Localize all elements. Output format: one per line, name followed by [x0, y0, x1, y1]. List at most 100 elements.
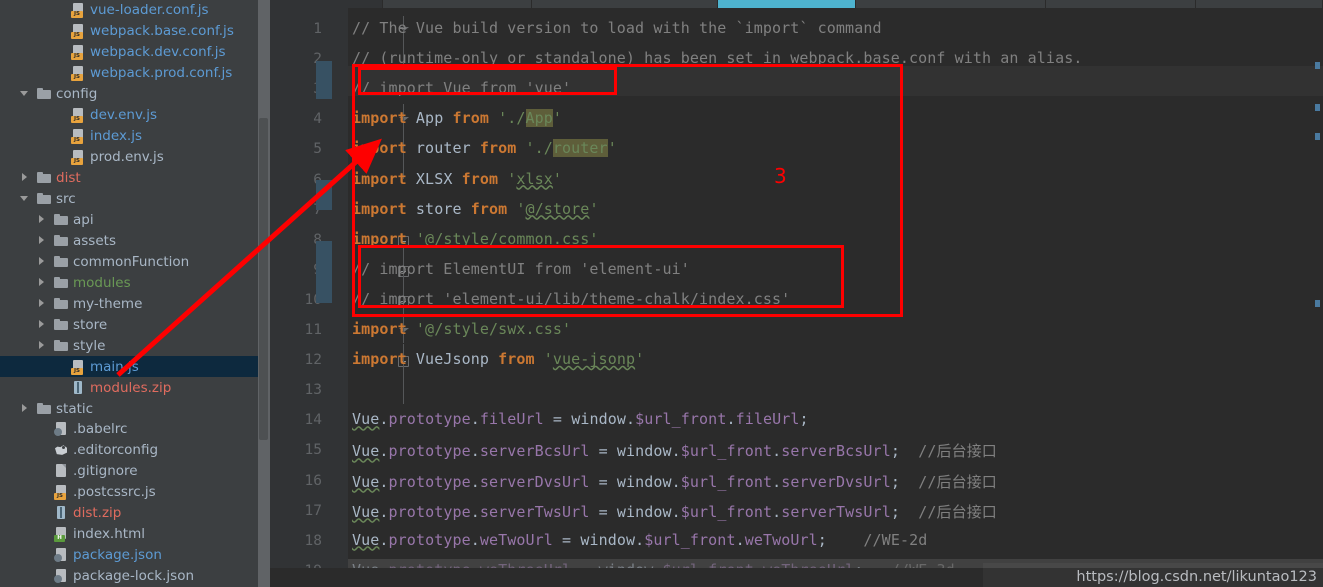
chevron-right-icon[interactable]	[38, 319, 48, 330]
tab-segment-1[interactable]	[270, 0, 383, 8]
chevron-right-icon[interactable]	[21, 173, 31, 183]
code-token: '	[607, 139, 617, 158]
code-token: App	[406, 109, 453, 128]
code-line[interactable]: import store from '@/store'	[352, 200, 599, 218]
tree-item--babelrc[interactable]: .babelrc	[0, 419, 258, 440]
tab-segment-3[interactable]	[532, 0, 718, 8]
tree-item-commonfunction[interactable]: commonFunction	[0, 251, 258, 272]
inspection-marker[interactable]	[1315, 133, 1320, 140]
code-token: $url_front	[680, 442, 773, 461]
code-token: from	[479, 139, 517, 158]
code-line[interactable]: import '@/style/common.css'	[352, 230, 599, 248]
tree-item--postcssrc-js[interactable]: .postcssrc.js	[0, 482, 258, 503]
chevron-right-icon[interactable]	[21, 403, 31, 414]
tree-item-prod-env-js[interactable]: prod.env.js	[0, 147, 258, 168]
editor-tab-strip[interactable]	[270, 0, 1323, 8]
chevron-right-icon[interactable]	[38, 214, 48, 225]
code-token: Vue	[352, 530, 380, 549]
code-token: import	[352, 199, 407, 218]
tree-item-label: package-lock.json	[73, 568, 195, 585]
chevron-right-icon[interactable]	[38, 277, 48, 288]
code-line[interactable]: Vue.prototype.weTwoUrl = window.$url_fro…	[352, 531, 927, 549]
tree-item-webpack-prod-conf-js[interactable]: webpack.prod.conf.js	[0, 63, 258, 84]
tree-item--gitignore[interactable]: .gitignore	[0, 461, 258, 482]
code-content[interactable]: // The Vue build version to load with th…	[352, 8, 1323, 587]
code-line[interactable]: // The Vue build version to load with th…	[352, 19, 882, 37]
tree-item-modules-zip[interactable]: modules.zip	[0, 377, 258, 398]
tree-item-index-html[interactable]: index.html	[0, 524, 258, 545]
code-line[interactable]: Vue.prototype.serverDvsUrl = window.$url…	[352, 471, 997, 492]
code-token: serverDvsUrl	[479, 472, 590, 491]
vcs-change-bar[interactable]	[316, 180, 332, 210]
chevron-right-icon[interactable]	[38, 298, 48, 309]
tree-item-api[interactable]: api	[0, 210, 258, 231]
editor-panel[interactable]: 12345678910111213141516171819 // The Vue…	[270, 0, 1323, 587]
tree-item-my-theme[interactable]: my-theme	[0, 293, 258, 314]
code-line[interactable]: import XLSX from 'xlsx'	[352, 170, 562, 188]
chevron-down-icon[interactable]	[20, 89, 31, 99]
code-line[interactable]: // (runtime-only or standalone) has been…	[352, 49, 1082, 67]
tree-item-main-js[interactable]: main.js	[0, 356, 258, 378]
code-line[interactable]: Vue.prototype.serverTwsUrl = window.$url…	[352, 501, 997, 522]
vcs-change-bar[interactable]	[316, 61, 332, 99]
project-tree-panel[interactable]: vue-loader.conf.js webpack.base.conf.js we…	[0, 0, 258, 587]
code-token: serverTwsUrl	[781, 502, 891, 521]
code-line[interactable]: // import ElementUI from 'element-ui'	[352, 260, 690, 278]
code-token: Vue	[352, 410, 380, 429]
code-token: fileUrl	[735, 410, 800, 429]
code-token: =	[589, 472, 617, 491]
chevron-right-icon[interactable]	[38, 340, 48, 351]
code-line[interactable]: import router from './router'	[352, 139, 617, 158]
tree-item-index-js[interactable]: index.js	[0, 126, 258, 147]
code-line[interactable]: Vue.prototype.serverBcsUrl = window.$url…	[352, 440, 997, 461]
tab-segment-active[interactable]	[718, 0, 856, 8]
tree-item-dist[interactable]: dist	[0, 168, 258, 189]
inspection-marker[interactable]	[1315, 300, 1320, 307]
code-line[interactable]: Vue.prototype.fileUrl = window.$url_fron…	[352, 410, 809, 428]
chevron-right-icon[interactable]	[38, 235, 48, 246]
tree-item--editorconfig[interactable]: .editorconfig	[0, 440, 258, 461]
tree-item-store[interactable]: store	[0, 314, 258, 335]
tree-item-src[interactable]: src	[0, 189, 258, 210]
tree-item-package-lock-json[interactable]: package-lock.json	[0, 566, 258, 587]
tree-item-static[interactable]: static	[0, 398, 258, 419]
code-line[interactable]: // import 'element-ui/lib/theme-chalk/in…	[352, 290, 790, 308]
tree-item-webpack-base-conf-js[interactable]: webpack.base.conf.js	[0, 21, 258, 42]
code-line[interactable]: import App from './App'	[352, 109, 562, 128]
inspection-marker[interactable]	[1315, 62, 1320, 69]
line-number: 5	[313, 141, 322, 158]
tree-item-style[interactable]: style	[0, 335, 258, 356]
code-line[interactable]: // import Vue from 'vue'	[352, 79, 571, 97]
tree-item-label: modules	[73, 274, 131, 291]
tab-segment-5[interactable]	[856, 0, 1046, 8]
code-folding-strip[interactable]	[332, 8, 409, 587]
code-token: '	[507, 199, 526, 218]
code-line[interactable]: import '@/style/swx.css'	[352, 320, 571, 338]
code-token: .	[772, 472, 782, 491]
tree-item-config[interactable]: config	[0, 84, 258, 105]
tree-item-assets[interactable]: assets	[0, 230, 258, 251]
tree-item-vue-loader-conf-js[interactable]: vue-loader.conf.js	[0, 0, 258, 21]
config-file-icon	[54, 443, 68, 457]
tree-item-package-json[interactable]: package.json	[0, 545, 258, 566]
chevron-down-icon[interactable]	[20, 194, 31, 204]
tab-segment-6[interactable]	[1046, 0, 1196, 8]
tree-item-label: index.html	[73, 526, 145, 543]
chevron-right-icon[interactable]	[38, 256, 48, 267]
tree-item-modules[interactable]: modules	[0, 272, 258, 293]
tree-item-webpack-dev-conf-js[interactable]: webpack.dev.conf.js	[0, 42, 258, 63]
tree-item-label: src	[56, 191, 76, 208]
tree-item-dev-env-js[interactable]: dev.env.js	[0, 105, 258, 126]
code-token: import	[352, 229, 407, 248]
vcs-change-bar[interactable]	[316, 241, 332, 303]
sidebar-scrollbar-thumb[interactable]	[259, 118, 268, 440]
folder-icon	[37, 87, 51, 101]
tab-segment-7[interactable]	[1196, 0, 1323, 8]
tab-segment-2[interactable]	[383, 0, 532, 8]
line-number: 7	[270, 202, 322, 218]
code-line[interactable]: import VueJsonp from 'vue-jsonp'	[352, 350, 644, 368]
tree-item-dist-zip[interactable]: dist.zip	[0, 503, 258, 524]
inspection-marker[interactable]	[1315, 104, 1320, 111]
